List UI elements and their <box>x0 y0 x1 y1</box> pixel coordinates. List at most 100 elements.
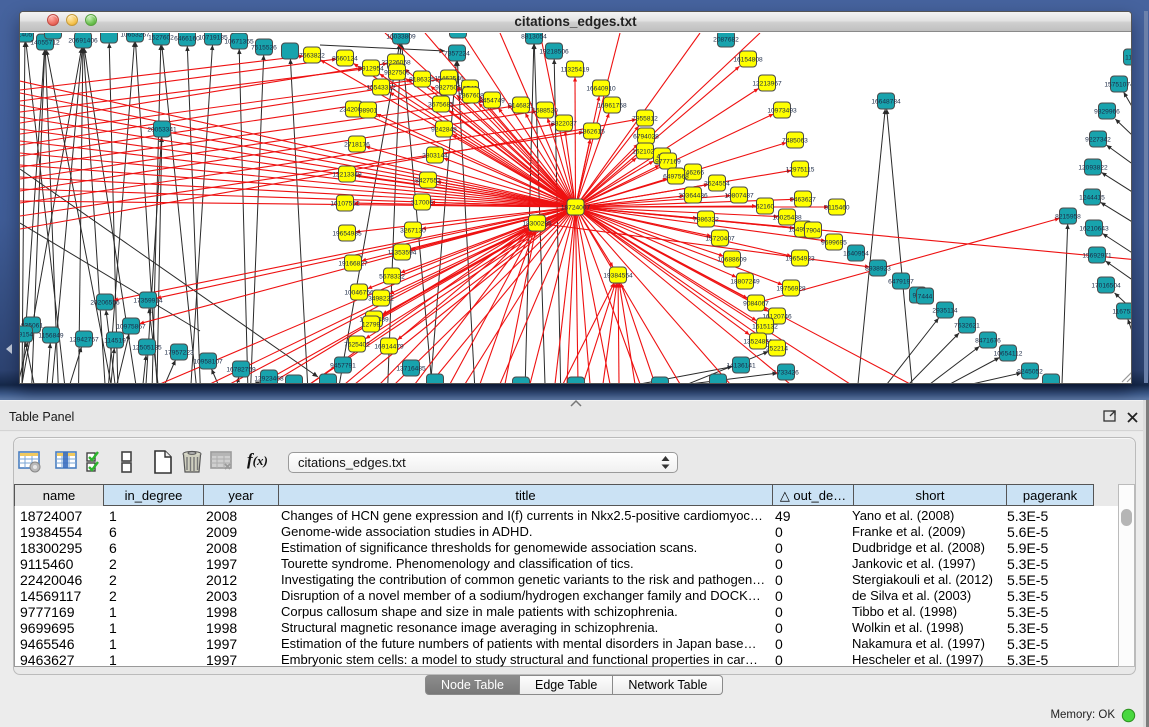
svg-text:3267130: 3267130 <box>400 227 426 234</box>
svg-text:3912954: 3912954 <box>358 65 384 72</box>
svg-text:20206556: 20206556 <box>90 299 120 306</box>
svg-text:2935114: 2935114 <box>932 307 958 314</box>
svg-text:18807249: 18807249 <box>730 278 760 285</box>
svg-text:39154: 39154 <box>20 331 33 338</box>
svg-text:19654985: 19654985 <box>332 230 362 237</box>
svg-text:14136141: 14136141 <box>726 362 756 369</box>
svg-text:6497568: 6497568 <box>663 173 689 180</box>
svg-text:7986322: 7986322 <box>693 216 719 223</box>
svg-text:9777169: 9777169 <box>655 158 681 165</box>
svg-text:5678332: 5678332 <box>379 273 405 280</box>
svg-text:1527602: 1527602 <box>148 34 174 41</box>
svg-text:10671355: 10671355 <box>224 38 254 45</box>
svg-text:18724007: 18724007 <box>561 204 591 211</box>
svg-text:16154808: 16154808 <box>733 56 763 63</box>
svg-text:15692971: 15692971 <box>1082 252 1112 259</box>
svg-text:16210643: 16210643 <box>1079 225 1109 232</box>
svg-text:12093822: 12093822 <box>1078 164 1108 171</box>
svg-text:252214: 252214 <box>766 345 788 352</box>
svg-text:20053341: 20053341 <box>147 126 177 133</box>
svg-text:9084067: 9084067 <box>743 300 769 307</box>
svg-text:8322037: 8322037 <box>551 120 577 127</box>
svg-text:7444: 7444 <box>918 293 933 300</box>
svg-text:12923468: 12923468 <box>254 375 284 382</box>
svg-text:1405: 1405 <box>20 33 33 38</box>
svg-text:7663822: 7663822 <box>299 52 325 59</box>
svg-text:10975867: 10975867 <box>116 323 146 330</box>
svg-text:9463627: 9463627 <box>790 196 816 203</box>
svg-text:19384554: 19384554 <box>603 272 633 279</box>
svg-text:1615132: 1615132 <box>752 323 778 330</box>
svg-text:2087682: 2087682 <box>713 36 739 43</box>
svg-text:8471676: 8471676 <box>975 337 1001 344</box>
svg-text:12213349: 12213349 <box>332 171 362 178</box>
svg-text:9327506: 9327506 <box>384 69 410 76</box>
svg-text:12975115: 12975115 <box>786 166 815 173</box>
svg-text:12505135: 12505135 <box>132 344 162 351</box>
svg-text:16107552: 16107552 <box>330 200 360 207</box>
svg-text:3675685: 3675685 <box>428 101 454 108</box>
svg-text:7515526: 7515526 <box>251 44 277 51</box>
svg-text:10688609: 10688609 <box>717 256 747 263</box>
svg-text:7485063: 7485063 <box>782 137 808 144</box>
svg-text:16640910: 16640910 <box>586 85 616 92</box>
svg-text:19166827: 19166827 <box>338 260 368 267</box>
svg-text:1156849: 1156849 <box>38 332 64 339</box>
svg-text:9245052: 9245052 <box>1017 368 1043 375</box>
svg-text:15720407: 15720407 <box>705 235 735 242</box>
svg-text:8454749: 8454749 <box>479 97 505 104</box>
svg-text:16914479: 16914479 <box>374 343 404 350</box>
svg-text:7625402: 7625402 <box>344 341 370 348</box>
svg-text:7955812: 7955812 <box>632 115 658 122</box>
svg-text:8215958: 8215958 <box>1055 213 1081 220</box>
svg-text:1733426: 1733426 <box>773 369 799 376</box>
svg-text:62160: 62160 <box>756 203 775 210</box>
svg-text:8186325: 8186325 <box>409 76 435 83</box>
svg-text:7632621: 7632621 <box>954 322 980 329</box>
svg-text:12213967: 12213967 <box>752 80 782 87</box>
svg-text:15751074: 15751074 <box>1104 81 1131 88</box>
svg-text:8813054: 8813054 <box>521 33 547 40</box>
svg-text:17016504: 17016504 <box>1091 282 1121 289</box>
svg-text:9146821: 9146821 <box>508 102 534 109</box>
svg-text:20364436: 20364436 <box>678 192 708 199</box>
svg-text:317006: 317006 <box>411 199 433 206</box>
svg-text:6479197: 6479197 <box>888 278 914 285</box>
svg-text:16648784: 16648784 <box>871 98 901 105</box>
svg-text:6466160: 6466160 <box>174 35 200 42</box>
svg-text:8938923: 8938923 <box>865 265 891 272</box>
svg-text:19218506: 19218506 <box>539 48 569 55</box>
svg-text:8660124: 8660124 <box>332 55 358 62</box>
svg-text:6794028: 6794028 <box>633 133 659 140</box>
svg-text:3624554: 3624554 <box>704 180 730 187</box>
svg-text:1167533: 1167533 <box>1112 308 1131 315</box>
svg-text:10973493: 10973493 <box>767 107 797 114</box>
svg-text:17957223: 17957223 <box>164 349 194 356</box>
svg-text:1362615: 1362615 <box>579 128 605 135</box>
svg-text:10025438: 10025438 <box>772 214 802 221</box>
svg-text:10958107: 10958107 <box>193 358 223 365</box>
svg-text:12799: 12799 <box>362 321 381 328</box>
svg-text:2718176: 2718176 <box>344 141 370 148</box>
svg-text:9242848: 9242848 <box>431 126 457 133</box>
svg-text:7357224: 7357224 <box>444 50 470 57</box>
svg-text:7904: 7904 <box>806 227 821 234</box>
svg-text:1244415: 1244415 <box>1079 194 1105 201</box>
svg-text:114519: 114519 <box>104 337 126 344</box>
svg-text:9227342: 9227342 <box>1085 136 1111 143</box>
svg-text:9457791: 9457791 <box>330 362 356 369</box>
svg-text:9327506: 9327506 <box>435 84 461 91</box>
svg-text:14055712: 14055712 <box>30 39 60 46</box>
svg-text:20691406: 20691406 <box>68 37 98 44</box>
svg-text:9115460: 9115460 <box>824 204 850 211</box>
svg-text:2803144: 2803144 <box>422 152 448 159</box>
svg-text:16961758: 16961758 <box>597 102 627 109</box>
svg-text:9699695: 9699695 <box>821 239 847 246</box>
svg-text:1640954: 1640954 <box>843 250 869 257</box>
svg-text:13716485: 13716485 <box>396 365 426 372</box>
svg-text:8427552: 8427552 <box>415 177 441 184</box>
svg-text:10807487: 10807487 <box>724 192 754 199</box>
svg-text:12923468: 12923468 <box>645 382 675 383</box>
svg-text:10654112: 10654112 <box>994 350 1023 357</box>
svg-text:19756928: 19756928 <box>776 285 806 292</box>
